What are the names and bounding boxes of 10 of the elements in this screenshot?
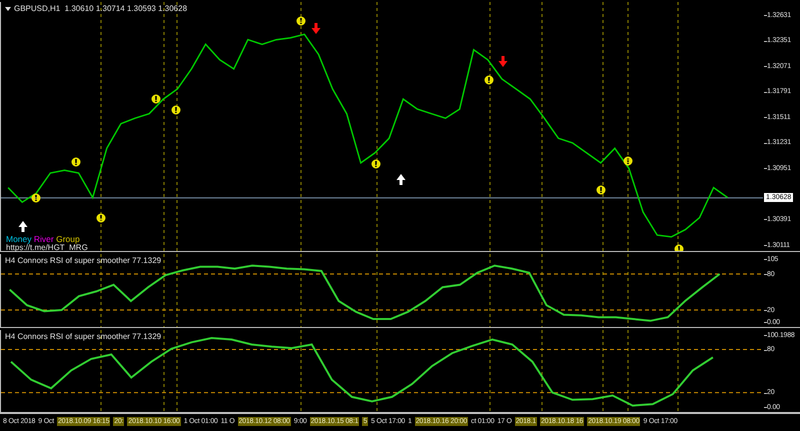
triangle-down-icon[interactable]: [5, 7, 11, 11]
chart-title: GBPUSD,H1 1.30610 1.30714 1.30593 1.30628: [14, 4, 188, 14]
link-text: https://t.me/HGT_MRG: [6, 243, 88, 252]
chart-title: H4 Connors RSI of super smoother 77.1329: [5, 332, 162, 342]
arrow-down-icon: [312, 23, 320, 34]
brand-text: Money River Group: [6, 235, 81, 243]
arrow-down-icon: [498, 56, 508, 67]
arrow-up-icon: [18, 221, 28, 232]
arrow-up-icon: [396, 174, 406, 185]
chart-title: H4 Connors RSI of super smoother 77.1329: [5, 256, 162, 266]
